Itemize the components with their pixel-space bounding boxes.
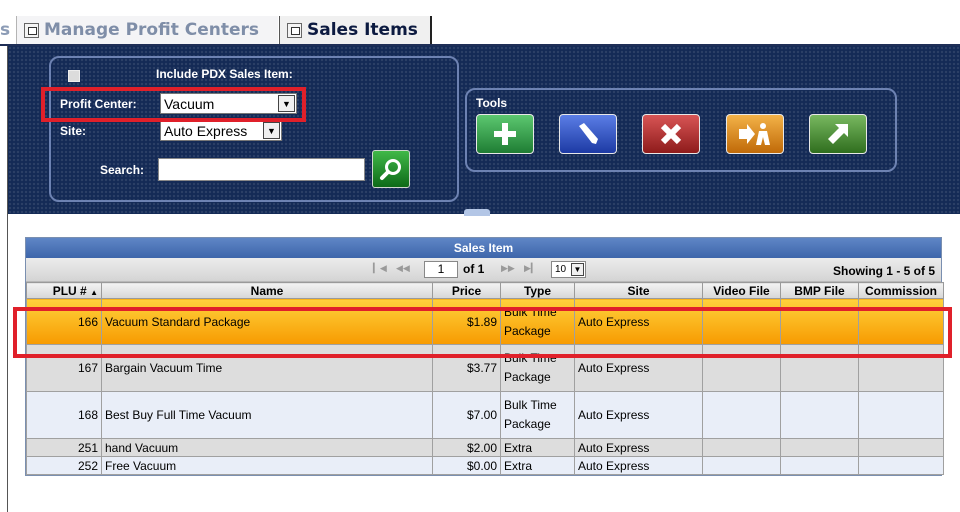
arrow-up-right-icon [828,124,848,144]
page-size-select[interactable]: 10 ▼ [551,261,586,278]
filter-panel: Include PDX Sales Item: Profit Center: V… [8,46,960,214]
site-select[interactable]: Auto Express ▼ [160,120,282,141]
chevron-down-icon: ▼ [571,263,584,276]
tab-label: s [0,20,11,40]
plus-icon [494,123,516,145]
search-button[interactable] [372,150,410,188]
type-line: Package [504,417,551,431]
cell-commission [858,456,944,475]
column-header-commission[interactable]: Commission [858,282,944,299]
cell-bmp-file [780,456,859,475]
cell-price: $7.00 [432,391,501,439]
include-pdx-checkbox[interactable] [68,70,80,82]
type-line: Package [504,370,551,384]
page-of-label: of 1 [463,262,485,276]
first-page-icon[interactable]: ▎◀ [373,263,387,274]
showing-count: Showing 1 - 5 of 5 [832,264,935,278]
properties-icon [287,22,302,38]
cell-plu: 251 [26,438,102,457]
tools-label: Tools [476,96,508,110]
cell-type: Bulk Time Package [500,391,575,439]
column-header-site[interactable]: Site [574,282,703,299]
cell-price: $0.00 [432,456,501,475]
tab-label: Manage Profit Centers [44,20,260,40]
column-header-name[interactable]: Name [101,282,433,299]
profit-center-highlight [41,87,306,122]
include-pdx-label: Include PDX Sales Item: [156,67,293,81]
tab-sales-items[interactable]: Sales Items [279,16,432,44]
cell-price: $2.00 [432,438,501,457]
cell-site: Auto Express [574,438,703,457]
transfer-icon [739,123,770,145]
sort-icon: ▲ [90,287,98,297]
column-header-video-file[interactable]: Video File [702,282,781,299]
delete-button[interactable] [642,114,700,154]
cell-bmp-file [780,391,859,439]
search-icon [380,159,401,180]
collapse-panel-handle[interactable] [464,209,490,216]
column-header-price[interactable]: Price [432,282,501,299]
properties-icon [24,22,39,38]
page-size-value: 10 [555,264,567,275]
cell-type: Extra [500,438,575,457]
cell-site: Auto Express [574,391,703,439]
page-number-input[interactable]: 1 [424,261,458,278]
last-page-icon[interactable]: ▶▎ [524,263,538,274]
edit-button[interactable] [559,114,617,154]
grid-title: Sales Item [26,238,941,258]
site-value: Auto Express [164,122,248,139]
prev-page-icon[interactable]: ◀◀ [396,263,410,274]
cell-type: Extra [500,456,575,475]
cell-name: Best Buy Full Time Vacuum [101,391,433,439]
open-button[interactable] [809,114,867,154]
table-row[interactable]: 252 Free Vacuum $0.00 Extra Auto Express [26,456,944,475]
search-label: Search: [100,163,145,177]
cell-name: hand Vacuum [101,438,433,457]
pencil-icon [579,123,598,144]
tab-previous-partial[interactable]: s [0,16,14,44]
tab-bar: s Manage Profit Centers Sales Items [0,0,960,46]
column-header-bmp-file[interactable]: BMP File [780,282,859,299]
tab-manage-profit-centers[interactable]: Manage Profit Centers [16,16,278,44]
column-label: PLU # [52,283,87,298]
table-header-row: PLU # ▲ Name Price Type Site Video File … [26,282,944,299]
transfer-button[interactable] [726,114,784,154]
column-header-plu[interactable]: PLU # ▲ [26,282,102,299]
cell-site: Auto Express [574,456,703,475]
delete-x-icon [660,123,682,145]
search-input[interactable] [158,158,365,181]
cell-video-file [702,456,781,475]
type-line: Bulk Time [504,398,557,412]
cell-commission [858,438,944,457]
add-button[interactable] [476,114,534,154]
table-row[interactable]: 168 Best Buy Full Time Vacuum $7.00 Bulk… [26,391,944,439]
table-row[interactable]: 251 hand Vacuum $2.00 Extra Auto Express [26,438,944,457]
next-page-icon[interactable]: ▶▶ [501,263,515,274]
cell-video-file [702,438,781,457]
selected-row-highlight [13,307,952,358]
tab-label: Sales Items [307,20,418,40]
grid-pager: ▎◀ ◀◀ 1 of 1 ▶▶ ▶▎ 10 ▼ Showing 1 - 5 of… [26,258,941,282]
site-label: Site: [60,124,87,138]
column-header-type[interactable]: Type [500,282,575,299]
cell-plu: 252 [26,456,102,475]
cell-bmp-file [780,438,859,457]
cell-plu: 168 [26,391,102,439]
cell-video-file [702,391,781,439]
chevron-down-icon: ▼ [263,122,280,139]
cell-commission [858,391,944,439]
cell-name: Free Vacuum [101,456,433,475]
